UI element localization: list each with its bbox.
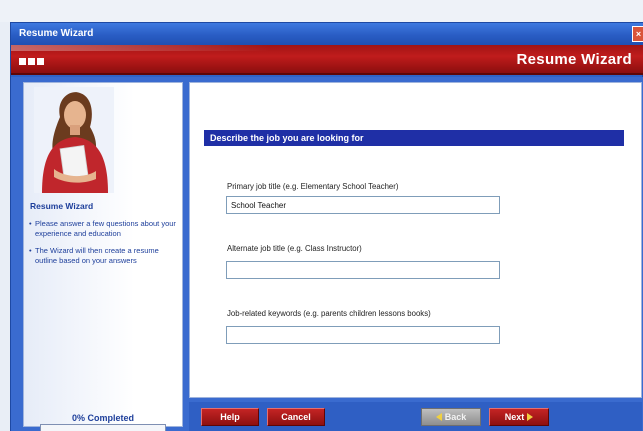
instruction-item: Please answer a few questions about your… — [29, 219, 177, 238]
main-panel: Describe the job you are looking for Pri… — [189, 82, 642, 398]
job-keywords-input[interactable] — [226, 326, 500, 344]
primary-job-title-input[interactable] — [226, 196, 500, 214]
wizard-body: Resume Wizard Please answer a few questi… — [11, 77, 643, 431]
progress-bar — [40, 424, 166, 431]
banner-dot — [19, 58, 26, 65]
banner-dots — [19, 58, 46, 67]
instruction-item: The Wizard will then create a resume out… — [29, 246, 177, 265]
help-button[interactable]: Help — [201, 408, 259, 426]
back-arrow-icon — [435, 413, 442, 421]
back-button[interactable]: Back — [421, 408, 481, 426]
button-bar: Help Cancel Back Next — [189, 402, 642, 431]
section-header: Describe the job you are looking for — [204, 130, 624, 146]
close-icon[interactable]: × — [632, 26, 643, 42]
sidebar-heading: Resume Wizard — [30, 201, 94, 211]
cancel-button-label: Cancel — [281, 412, 311, 422]
next-button-label: Next — [504, 412, 525, 422]
banner-dot — [37, 58, 44, 65]
progress-label: 0% Completed — [71, 413, 134, 423]
back-button-label: Back — [444, 412, 467, 422]
job-keywords-label: Job-related keywords (e.g. parents child… — [227, 309, 431, 318]
next-button[interactable]: Next — [489, 408, 549, 426]
window-title: Resume Wizard — [19, 28, 94, 39]
alternate-job-title-label: Alternate job title (e.g. Class Instruct… — [227, 244, 362, 253]
sidebar-panel: Resume Wizard Please answer a few questi… — [23, 82, 183, 431]
sidebar-instructions: Please answer a few questions about your… — [29, 219, 177, 273]
resume-wizard-window: Resume Wizard × Resume Wizard Resume Wiz… — [10, 22, 643, 431]
cancel-button[interactable]: Cancel — [267, 408, 325, 426]
primary-job-title-label: Primary job title (e.g. Elementary Schoo… — [227, 182, 399, 191]
help-button-label: Help — [220, 412, 240, 422]
desktop-background-strip — [0, 0, 643, 22]
banner-dot — [28, 58, 35, 65]
banner-sheen — [11, 45, 271, 51]
wizard-banner: Resume Wizard — [11, 45, 643, 75]
user-photo — [34, 87, 114, 193]
window-titlebar[interactable]: Resume Wizard × — [11, 23, 643, 45]
next-arrow-icon — [527, 413, 534, 421]
banner-title: Resume Wizard — [516, 51, 632, 68]
alternate-job-title-input[interactable] — [226, 261, 500, 279]
